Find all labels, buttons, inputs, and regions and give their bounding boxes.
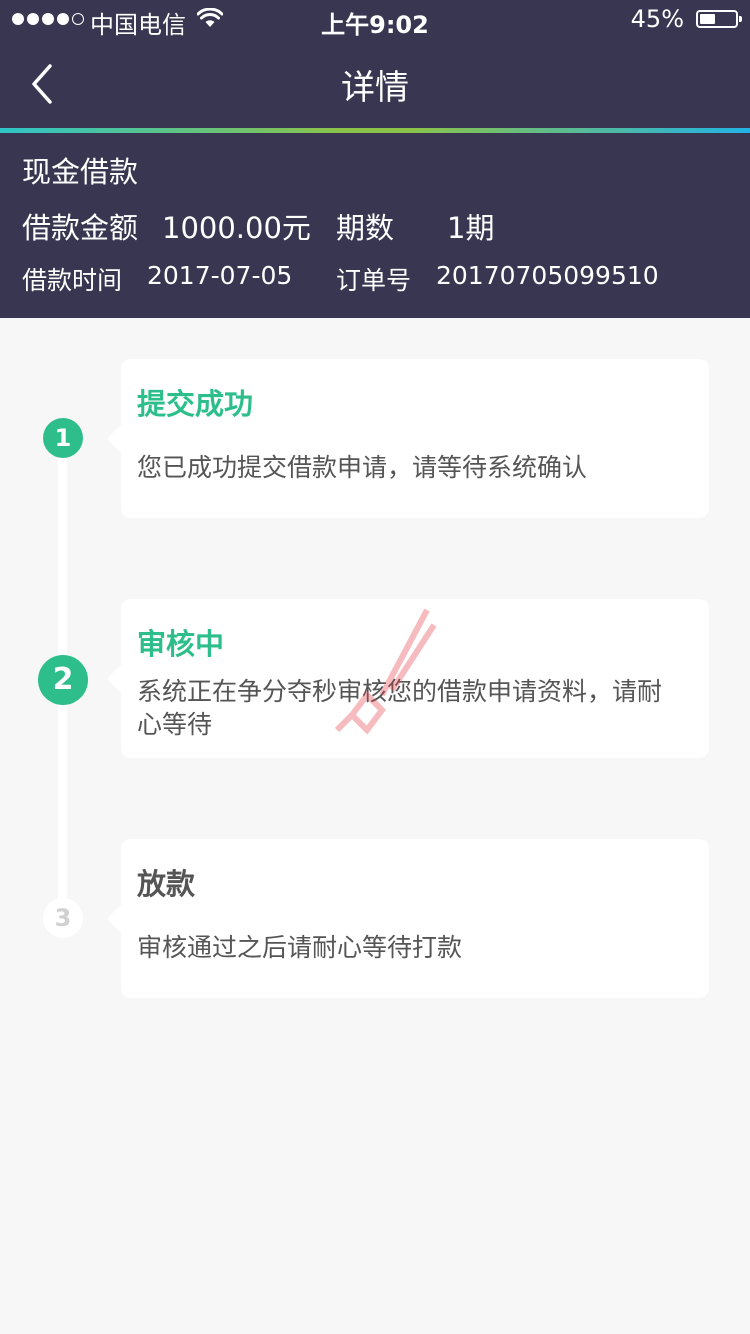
loan-time-label: 借款时间	[22, 266, 123, 295]
battery-icon	[696, 10, 742, 28]
amount-value: 1000.00元	[162, 211, 311, 245]
step-card-disbursement: 放款 审核通过之后请耐心等待打款	[107, 839, 709, 998]
order-number-value: 20170705099510	[436, 261, 659, 290]
loan-type: 现金借款	[22, 155, 139, 189]
watermark-logo-icon	[334, 608, 437, 735]
step-title: 审核中	[137, 627, 225, 661]
period-value: 1期	[447, 211, 495, 245]
step-title: 放款	[137, 867, 196, 901]
order-number-label: 订单号	[336, 266, 412, 295]
amount-label: 借款金额	[22, 211, 139, 245]
navigation-bar: 详情	[0, 40, 750, 128]
step-description: 审核通过之后请耐心等待打款	[137, 933, 463, 962]
period-label: 期数	[336, 211, 395, 245]
step-3-marker: 3	[43, 898, 83, 938]
step-title: 提交成功	[137, 387, 254, 421]
step-2-marker: 2	[38, 655, 88, 705]
status-bar: 中国电信 上午9:02 45%	[0, 0, 750, 40]
battery-percentage: 45%	[630, 5, 684, 33]
step-1-marker: 1	[43, 418, 83, 458]
step-card-submitted: 提交成功 您已成功提交借款申请，请等待系统确认	[107, 359, 709, 518]
loan-time-value: 2017-07-05	[147, 261, 293, 290]
loan-info-panel: 现金借款 借款金额 1000.00元 期数 1期 借款时间 2017-07-05…	[0, 133, 750, 318]
header: 中国电信 上午9:02 45% 详情	[0, 0, 750, 128]
step-description: 您已成功提交借款申请，请等待系统确认	[137, 453, 588, 482]
page-title: 详情	[341, 68, 409, 108]
